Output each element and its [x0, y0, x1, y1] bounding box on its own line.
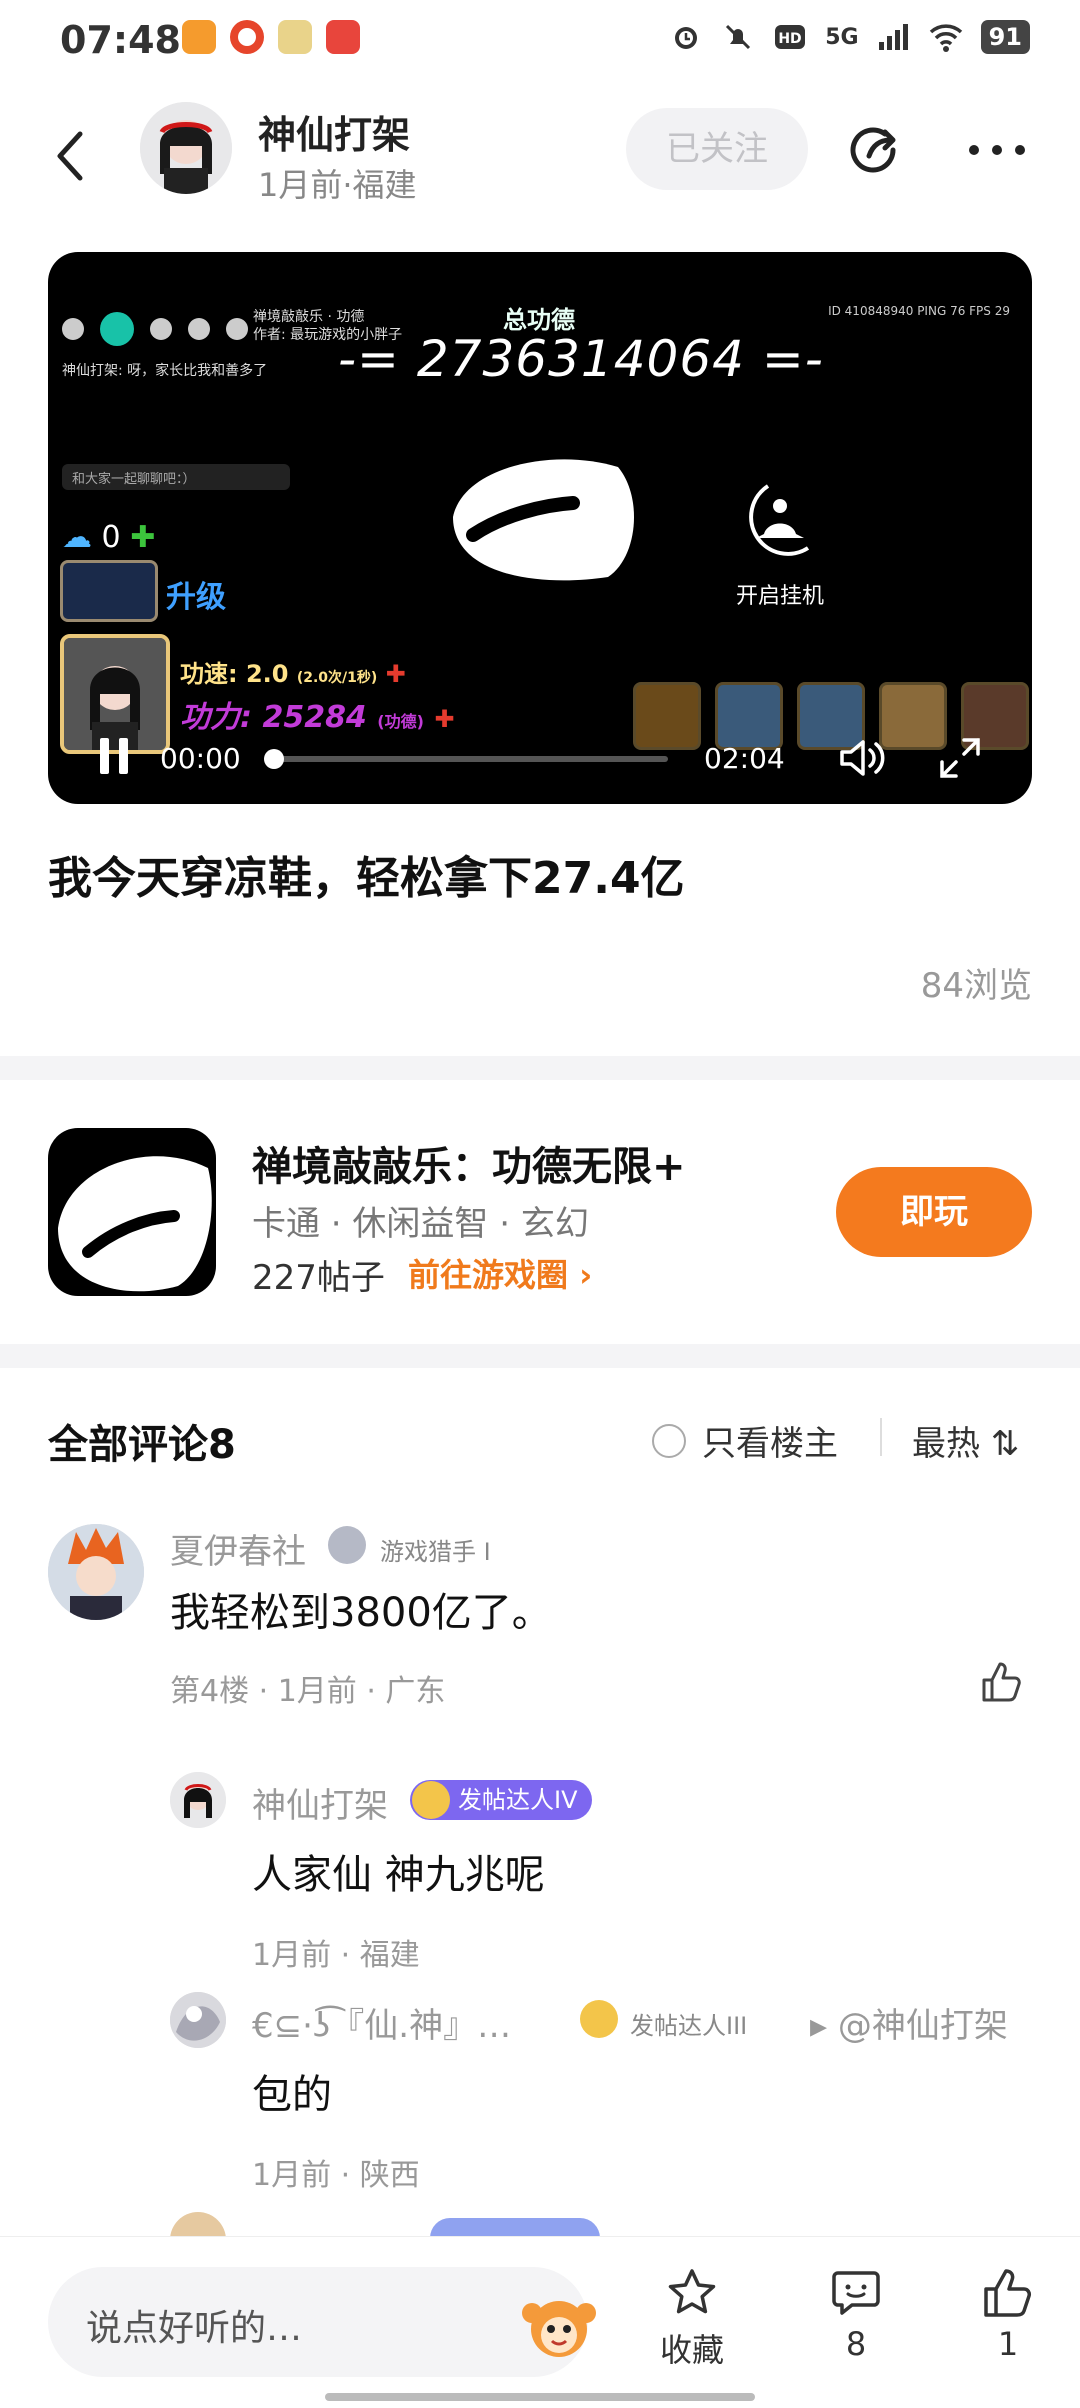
user-badge: 发帖达人IV [410, 1780, 592, 1820]
follow-button[interactable]: 已关注 [626, 108, 808, 190]
video-upgrade-label: 升级 [166, 580, 226, 615]
thumbs-up-icon [984, 2269, 1031, 2317]
video-chat-line: 神仙打架: 呀，家长比我和善多了 [62, 363, 268, 379]
battery-icon: 91 [980, 20, 1030, 54]
game-name[interactable]: 禅境敲敲乐：功德无限+ [252, 1134, 686, 1192]
comment-button[interactable]: 8 [806, 2267, 906, 2363]
comment-input-placeholder: 说点好听的… [86, 2308, 303, 2349]
sort-button[interactable]: 最热 ⇅ [912, 1416, 1019, 1465]
section-divider [0, 1056, 1080, 1080]
game-tags: 卡通 · 休闲益智 · 玄幻 [252, 1204, 589, 1244]
video-hang-label: 开启挂机 [736, 584, 825, 609]
more-icon[interactable] [962, 120, 1032, 180]
wooden-fish-icon [453, 459, 635, 581]
weibo-icon [230, 20, 264, 54]
shirt-icon [188, 318, 210, 340]
comment-count: 8 [845, 2325, 867, 2363]
mascot-icon[interactable] [518, 2289, 600, 2359]
collect-label: 收藏 [659, 2331, 724, 2369]
poster-badge-icon [412, 1781, 450, 1819]
reply-text: 人家仙 神九兆呢 [252, 1852, 545, 1898]
video-total-time: 02:04 [704, 742, 785, 775]
svg-text:HD: HD [779, 31, 802, 47]
comment-author[interactable]: 夏伊春社 [170, 1524, 306, 1573]
only-owner-label: 只看楼主 [702, 1424, 838, 1464]
network-type: 5G [825, 24, 859, 50]
collect-button[interactable]: 收藏 [642, 2267, 742, 2371]
notification-icons [182, 20, 360, 54]
comments-title: 全部评论8 [48, 1422, 236, 1468]
users-icon [150, 318, 172, 340]
star-icon [668, 2269, 716, 2314]
signal-icon [878, 24, 908, 50]
author-avatar[interactable] [140, 102, 232, 194]
video-chat-input: 和大家一起聊聊吧：） [62, 464, 290, 490]
home-indicator[interactable] [325, 2393, 755, 2401]
status-time: 07:48 [60, 18, 181, 62]
video-game-toolbar [62, 312, 248, 346]
reply-to-link[interactable]: ▸ @神仙打架 [810, 1998, 1008, 2047]
reply-meta: 1月前 · 福建 [252, 1938, 420, 1973]
avatar[interactable] [48, 1524, 144, 1620]
video-progress-knob[interactable] [264, 749, 284, 769]
comment-text: 我轻松到3800亿了。 [170, 1590, 552, 1636]
play-button[interactable]: 即玩 [836, 1167, 1032, 1257]
like-count: 1 [997, 2325, 1019, 2363]
meditation-icon [749, 484, 810, 556]
video-current-time: 00:00 [160, 742, 241, 775]
red-app-icon [326, 20, 360, 54]
post-meta: 1月前·福建 [258, 166, 417, 204]
hunter-badge-icon [328, 1526, 366, 1564]
video-stats: ID 410848940 PING 76 FPS 29 [828, 304, 1010, 318]
fullscreen-icon[interactable] [938, 736, 982, 780]
upgrade-icon [60, 560, 158, 622]
game-post-count: 227帖子 [252, 1258, 385, 1298]
only-owner-toggle[interactable]: 只看楼主 [652, 1416, 838, 1465]
chat-icon [100, 312, 134, 346]
status-bar: 07:48 HD 5G 91 [0, 0, 1080, 84]
comment-meta: 第4楼 · 1月前 · 广东 [170, 1674, 446, 1709]
like-button[interactable]: 1 [958, 2267, 1058, 2363]
bottom-bar: 说点好听的… 收藏 8 1 [0, 2236, 1080, 2408]
game-icon[interactable] [48, 1128, 216, 1296]
video-controls: 00:00 02:04 [48, 722, 1032, 792]
mute-icon [726, 24, 751, 50]
video-speed: 功速: 2.0 (2.0次/1秒) ✚ [180, 660, 406, 688]
divider [880, 1418, 882, 1456]
post-title: 我今天穿凉鞋，轻松拿下27.4亿 [48, 853, 685, 904]
back-icon[interactable] [50, 126, 90, 186]
avatar[interactable] [170, 1772, 226, 1828]
avatar[interactable] [170, 1992, 226, 2048]
game-app-icon [278, 20, 312, 54]
reply-meta: 1月前 · 陕西 [252, 2158, 420, 2193]
reply-author[interactable]: 神仙打架 [252, 1778, 388, 1827]
comment-icon [832, 2271, 880, 2315]
radio-icon[interactable] [652, 1423, 686, 1458]
video-app-icon [182, 20, 216, 54]
reply-text: 包的 [252, 2072, 332, 2118]
status-right-icons: HD 5G 91 [669, 20, 1030, 54]
poster-badge-icon [580, 2000, 618, 2038]
wifi-icon [929, 24, 962, 52]
alarm-icon [675, 27, 698, 49]
comment-input[interactable]: 说点好听的… [48, 2267, 596, 2377]
share-icon[interactable] [845, 120, 905, 180]
author-name[interactable]: 神仙打架 [258, 104, 410, 159]
like-icon[interactable] [980, 1660, 1024, 1704]
volume-icon[interactable] [838, 736, 888, 780]
video-player[interactable]: 禅境敲敲乐 · 功德 作者: 最玩游戏的小胖子 ID 410848940 PIN… [48, 252, 1032, 804]
camera-icon [226, 318, 248, 340]
video-merit-counter: -= 2736314064 =- [338, 330, 824, 388]
post-header: 神仙打架 1月前·福建 已关注 [0, 90, 1080, 220]
video-progress-track[interactable] [268, 756, 668, 762]
game-circle-link[interactable]: 前往游戏圈 › [408, 1250, 592, 1296]
reply-author[interactable]: €⊆·ʖ͡『仙.神』… [252, 1998, 511, 2047]
section-divider [0, 1344, 1080, 1368]
view-count: 84浏览 [920, 966, 1032, 1006]
hd-icon: HD [775, 25, 806, 49]
settings-icon [62, 318, 84, 340]
video-cloud-count: ☁ 0 ✚ [62, 520, 156, 555]
pause-icon[interactable] [94, 734, 134, 778]
